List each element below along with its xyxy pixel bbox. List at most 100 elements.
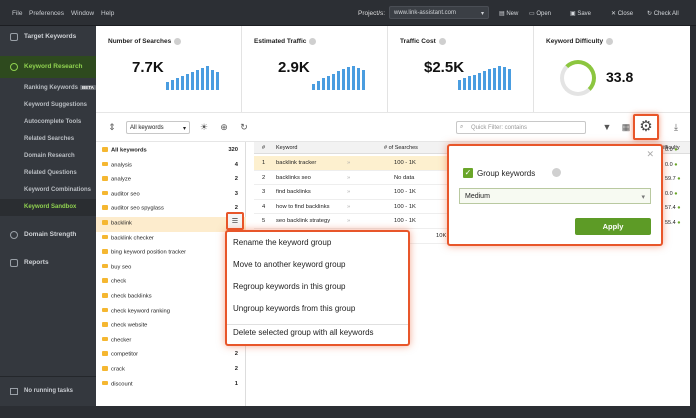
group-item[interactable]: analyze 2	[96, 173, 246, 188]
group-item[interactable]: bing keyword position tracker	[96, 246, 246, 261]
sort-icon[interactable]: ⇕	[106, 121, 118, 133]
group-item[interactable]: backlink checker	[96, 232, 246, 247]
group-item[interactable]: backlink4	[96, 217, 246, 232]
group-item[interactable]: auditor seo spyglass 2	[96, 202, 246, 217]
group-item[interactable]: discount 1	[96, 378, 246, 393]
help-icon[interactable]	[552, 168, 561, 177]
spark-bar	[362, 70, 365, 90]
expand-icon[interactable]: »	[347, 189, 350, 195]
table-row[interactable]: 3 find backlinks » 100 - 1K	[254, 185, 454, 200]
stat-value: 2.9K	[278, 59, 310, 76]
spark-bar	[498, 66, 501, 90]
group-name: check website	[111, 322, 148, 329]
menu-regroup[interactable]: Regroup keywords in this group	[233, 282, 346, 291]
menu-rename-group[interactable]: Rename the keyword group	[233, 238, 331, 247]
group-keywords-checkbox[interactable]: ✓	[463, 168, 473, 178]
expand-icon[interactable]: »	[347, 218, 350, 224]
help-icon[interactable]	[438, 38, 446, 45]
sidebar-item-domain-research[interactable]: Domain Research	[0, 148, 96, 165]
menu-window[interactable]: Window	[71, 10, 94, 17]
group-item[interactable]: check website	[96, 319, 246, 334]
spark-bar	[483, 71, 486, 90]
sidebar-item-keyword-suggestions[interactable]: Keyword Suggestions	[0, 97, 96, 114]
expand-icon[interactable]: »	[347, 160, 350, 166]
expand-icon[interactable]: »	[347, 204, 350, 210]
group-item[interactable]: auditor seo 3	[96, 188, 246, 203]
group-name: check backlinks	[111, 293, 152, 300]
difficulty-value: 59.7 ●	[665, 176, 681, 183]
sidebar-item-reports[interactable]: Reports	[0, 252, 96, 274]
help-icon[interactable]	[606, 38, 614, 45]
group-item[interactable]: crack 2	[96, 363, 246, 378]
sidebar-item-related-questions[interactable]: Related Questions	[0, 165, 96, 182]
table-row[interactable]: 1 backlink tracker » 100 - 1K	[254, 156, 454, 171]
status-dot-icon: ●	[674, 147, 678, 153]
settings-gear-button[interactable]: ⚙	[633, 114, 659, 140]
folder-icon	[102, 161, 108, 167]
stat-traffic: Estimated Traffic 2.9K	[242, 26, 388, 112]
group-item[interactable]: All keywords 320	[96, 144, 246, 159]
help-icon[interactable]	[174, 38, 182, 45]
grid-view-icon[interactable]: ▦	[620, 121, 632, 133]
menu-help[interactable]: Help	[101, 10, 114, 17]
menu-delete-group[interactable]: Delete selected group with all keywords	[233, 328, 374, 337]
sidebar-item-keyword-research[interactable]: Keyword Research	[0, 56, 96, 78]
spark-bar	[357, 68, 360, 90]
group-item[interactable]: check keyword ranking	[96, 305, 246, 320]
sidebar-item-keyword-sandbox[interactable]: Keyword Sandbox	[0, 199, 96, 216]
group-item[interactable]: check	[96, 275, 246, 290]
save-button[interactable]: ▣ Save	[570, 10, 591, 17]
menu-preferences[interactable]: Preferences	[29, 10, 64, 17]
col-num[interactable]: #	[262, 145, 265, 151]
expand-icon[interactable]: »	[347, 175, 350, 181]
quick-filter-input[interactable]: ⌕ Quick Filter: contains	[456, 121, 586, 134]
lightbulb-icon[interactable]: ☀	[198, 121, 210, 133]
refresh-icon[interactable]: ↻	[238, 121, 250, 133]
check-all-button[interactable]: ↻ Check All	[647, 10, 679, 17]
help-icon[interactable]	[309, 38, 317, 45]
col-keyword[interactable]: Keyword	[276, 145, 297, 151]
close-button[interactable]: ✕ Close	[611, 10, 633, 17]
add-icon[interactable]: ⊕	[218, 121, 230, 133]
row-keyword: find backlinks	[276, 189, 311, 196]
group-item[interactable]: checker2	[96, 334, 246, 349]
table-row[interactable]: 4 how to find backlinks » 100 - 1K	[254, 200, 454, 215]
group-count: 2	[234, 205, 238, 212]
col-searches[interactable]: # of Searches	[384, 145, 418, 151]
group-item[interactable]: competitor 2	[96, 348, 246, 363]
sidebar-item-keyword-combinations[interactable]: Keyword Combinations	[0, 182, 96, 199]
group-name: checker	[111, 337, 132, 344]
folder-icon	[102, 366, 108, 371]
apply-button[interactable]: Apply	[575, 218, 651, 235]
table-row[interactable]: 5 seo backlink strategy » 100 - 1K	[254, 214, 454, 229]
group-item[interactable]: analysis 4	[96, 159, 246, 174]
row-searches: 100 - 1K	[394, 218, 416, 225]
group-menu-button[interactable]: ≡	[226, 212, 244, 230]
menu-ungroup[interactable]: Ungroup keywords from this group	[233, 304, 355, 313]
menu-file[interactable]: File	[12, 10, 22, 17]
tasks-status[interactable]: No running tasks	[0, 376, 96, 406]
export-icon[interactable]: ⤓	[670, 121, 682, 133]
sidebar-item-domain-strength[interactable]: Domain Strength	[0, 224, 96, 246]
sidebar-item-related-searches[interactable]: Related Searches	[0, 131, 96, 148]
spark-bar	[312, 84, 315, 90]
sidebar-item-ranking-keywords[interactable]: Ranking Keywords BETA	[0, 80, 96, 97]
row-num: 1	[262, 160, 266, 166]
sidebar-item-autocomplete-tools[interactable]: Autocomplete Tools	[0, 114, 96, 131]
project-select[interactable]: www.link-assistant.com ▾	[389, 6, 489, 19]
filter-icon[interactable]: ▼	[601, 121, 613, 133]
sidebar-item-target-keywords[interactable]: Target Keywords	[0, 26, 96, 48]
new-button[interactable]: ▤ New	[499, 10, 518, 17]
menu-move-group[interactable]: Move to another keyword group	[233, 260, 346, 269]
group-item[interactable]: buy seo	[96, 261, 246, 276]
grouping-level-select[interactable]: Medium ▾	[459, 188, 651, 204]
table-row[interactable]: 2 backlinks seo » No data	[254, 171, 454, 186]
group-count: 1	[234, 380, 238, 387]
keyword-group-dropdown[interactable]: All keywords ▾	[126, 121, 190, 134]
gauge-icon	[10, 231, 18, 239]
group-item[interactable]: check backlinks	[96, 290, 246, 305]
group-count: 2	[234, 366, 238, 372]
open-button[interactable]: ▭ Open	[529, 10, 551, 17]
group-count: 320	[228, 147, 238, 153]
close-icon[interactable]: ✕	[646, 149, 654, 160]
